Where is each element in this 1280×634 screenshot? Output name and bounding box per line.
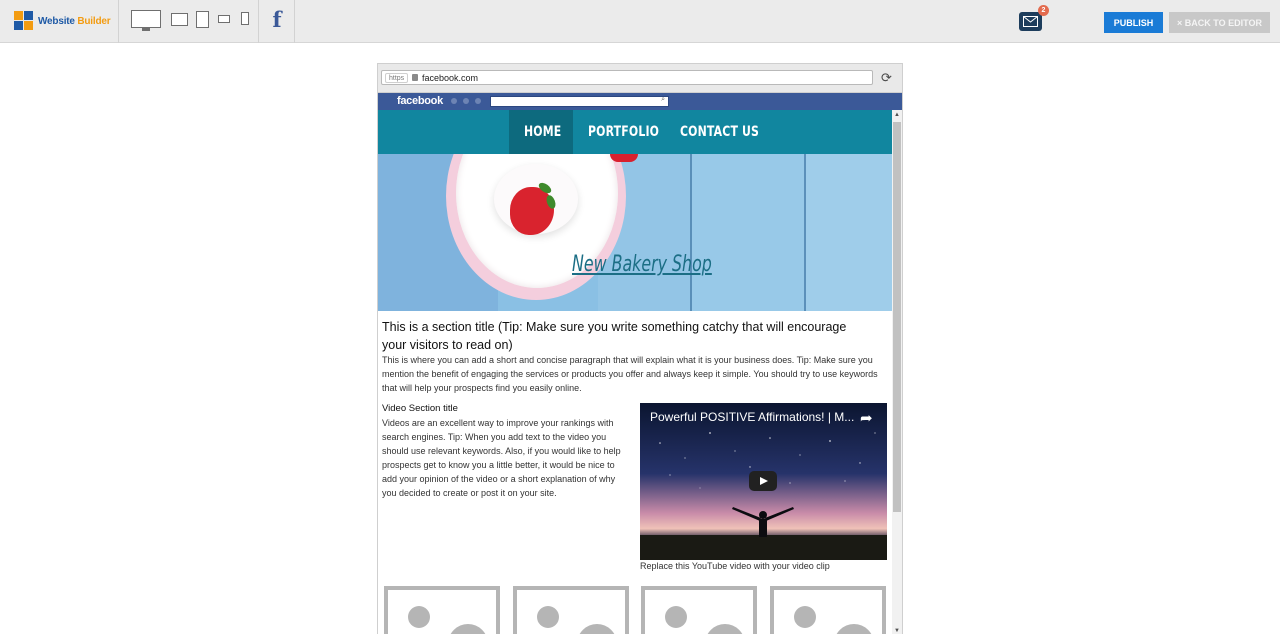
nav-item-portfolio[interactable]: PORTFOLIO — [588, 110, 659, 154]
toolbar-divider — [258, 0, 259, 43]
hero-banner: New Bakery Shop — [378, 154, 892, 311]
facebook-search-input[interactable]: ⌕ — [490, 96, 669, 107]
messages-icon[interactable] — [463, 98, 469, 104]
toolbar-divider — [118, 0, 119, 43]
scroll-up-icon[interactable]: ▲ — [892, 112, 902, 118]
image-placeholder-hill — [834, 624, 874, 634]
image-placeholder[interactable] — [641, 586, 757, 634]
reload-icon[interactable]: ⟳ — [881, 71, 892, 85]
site-preview: HOME PORTFOLIO CONTACT US New Bakery Sho… — [378, 110, 892, 634]
image-placeholder-icon — [794, 606, 816, 628]
wood-plank — [692, 154, 804, 311]
image-placeholder-icon — [408, 606, 430, 628]
toolbar-divider — [294, 0, 295, 43]
video-section-paragraph: Videos are an excellent way to improve y… — [382, 418, 621, 498]
logo-text: Website Builder — [38, 15, 111, 27]
site-nav: HOME PORTFOLIO CONTACT US — [378, 110, 892, 154]
image-placeholder-icon — [537, 606, 559, 628]
phone-portrait-icon[interactable] — [241, 12, 249, 25]
desktop-icon[interactable] — [131, 10, 161, 32]
website-builder-logo[interactable]: Website Builder — [14, 11, 111, 31]
hero-title[interactable]: New Bakery Shop — [572, 252, 712, 277]
image-placeholder-icon — [665, 606, 687, 628]
browser-preview-frame: https facebook.com ⟳ facebook ⌕ HOME POR… — [377, 63, 903, 634]
scroll-thumb[interactable] — [893, 122, 901, 512]
search-icon: ⌕ — [661, 96, 665, 103]
video-title[interactable]: Powerful POSITIVE Affirmations! | M... — [650, 410, 858, 424]
play-button-icon[interactable] — [749, 471, 777, 491]
top-toolbar: Website Builder f 2 PUBLISH × BACK TO ED… — [0, 0, 1280, 43]
https-badge: https — [385, 73, 409, 83]
address-bar[interactable]: https facebook.com — [381, 70, 873, 85]
image-placeholder[interactable] — [513, 586, 629, 634]
image-placeholder[interactable] — [770, 586, 886, 634]
image-placeholder[interactable] — [384, 586, 500, 634]
video-section-title: Video Section title — [382, 403, 458, 414]
image-placeholder-hill — [577, 624, 617, 634]
youtube-video-embed[interactable]: Powerful POSITIVE Affirmations! | M... ➦ — [640, 403, 887, 560]
preview-scrollbar[interactable]: ▲ ▼ — [892, 110, 902, 634]
nav-item-home[interactable]: HOME — [524, 110, 561, 154]
section-paragraph: This is where you can add a short and co… — [382, 355, 878, 393]
image-placeholder-hill — [705, 624, 745, 634]
berry-top-edge — [610, 154, 638, 162]
mail-count-badge: 2 — [1038, 5, 1049, 16]
browser-chrome: https facebook.com ⟳ — [378, 64, 902, 93]
logo-mark-icon — [14, 11, 34, 31]
url-text: facebook.com — [422, 73, 479, 83]
facebook-header-bar: facebook ⌕ — [378, 93, 902, 110]
wood-plank — [806, 154, 892, 311]
phone-landscape-icon[interactable] — [218, 15, 230, 23]
friends-icon[interactable] — [451, 98, 457, 104]
publish-button[interactable]: PUBLISH — [1104, 12, 1163, 33]
mail-icon[interactable] — [1019, 12, 1042, 31]
share-icon[interactable]: ➦ — [860, 409, 873, 427]
notifications-icon[interactable] — [475, 98, 481, 104]
back-to-editor-button[interactable]: × BACK TO EDITOR — [1169, 12, 1270, 33]
nav-item-contact-us[interactable]: CONTACT US — [680, 110, 759, 154]
tablet-landscape-icon[interactable] — [171, 13, 188, 26]
tablet-portrait-icon[interactable] — [196, 11, 209, 28]
video-caption: Replace this YouTube video with your vid… — [640, 561, 830, 571]
lock-icon — [412, 74, 418, 81]
section-title: This is a section title (Tip: Make sure … — [382, 320, 847, 352]
image-placeholder-hill — [448, 624, 488, 634]
facebook-logo: facebook — [397, 95, 443, 107]
facebook-preview-icon[interactable]: f — [270, 8, 284, 32]
scroll-down-icon[interactable]: ▼ — [892, 628, 902, 634]
